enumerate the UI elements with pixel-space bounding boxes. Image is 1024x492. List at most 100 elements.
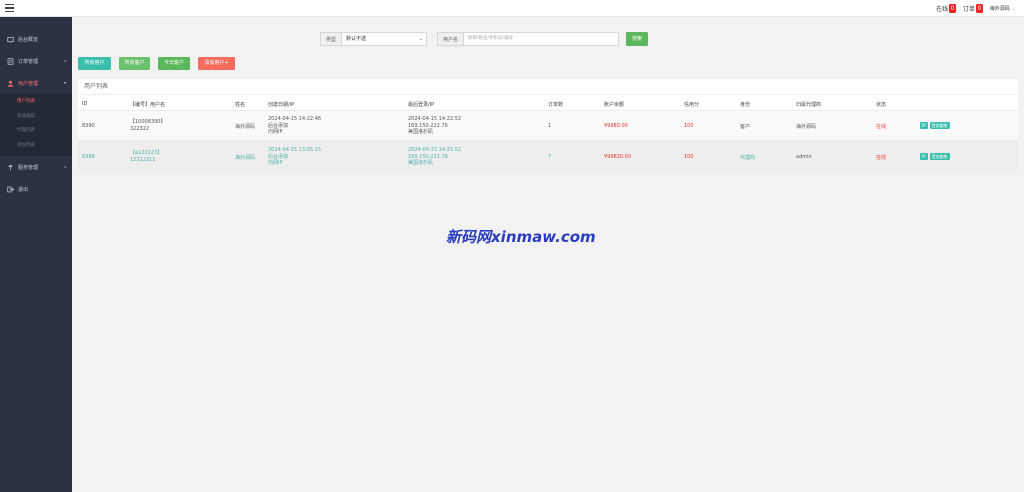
users-icon [7,80,14,87]
menu-icon[interactable] [5,4,14,12]
row-id: 8388 [82,154,95,160]
sidebar-item-exit[interactable]: 退出 [0,178,72,200]
row-username: 12312311 [130,156,156,163]
top-right-area: 在线 0 订单 0 海外源码 ⌄ [936,3,1016,14]
search-button[interactable]: 搜索 [626,32,648,46]
row-username: 322322 [130,125,150,132]
row-last-login: 2024-04-15 14:22:52 169.150.222.76 美国洛杉矶 [408,116,461,136]
row-name: 海外源码 [235,124,256,130]
submenu-item-agent-list[interactable]: 代理列表 [0,124,72,139]
type-select-value: 默认不选 [346,36,367,42]
sidebar: 后台概览 订单管理 ◂ 用户管理 ▾ 用户列表 商品跟踪 代理列表 添加列表 服… [0,17,72,492]
row-credit: 100 [684,154,694,160]
user-label: 用户名 [437,32,465,46]
chevron-down-icon: ⌄ [1011,5,1016,12]
row-created-date: 2024-04-15 13:05:15 [268,147,322,153]
sidebar-item-label: 订单管理 [18,58,39,65]
chevron-left-icon: ◂ [63,58,66,63]
row-agent: 海外源码 [796,124,817,130]
col-username: 【编号】用户名 [130,102,166,108]
online-label: 在线 [936,6,949,13]
row-code: 【10008390】 [130,119,166,125]
row-id: 8390 [82,123,95,129]
col-last-login: 最后登录/IP [408,102,435,108]
submenu-item-product-tracking[interactable]: 商品跟踪 [0,110,72,125]
orders-label: 订单 [962,6,975,13]
online-counter[interactable]: 在线 0 [936,4,956,13]
today-accounts-button[interactable]: 今日客户 [158,57,190,70]
col-role: 身份 [740,102,751,108]
all-users-button[interactable]: 所有用户 [78,57,111,70]
add-user-button[interactable]: 添加用户+ [198,57,235,70]
col-orders: 订单数 [548,102,564,108]
action-buttons: 所有用户 所有客户 今日客户 添加用户+ [78,57,235,70]
row-last-login: 2024-04-15 14:21:52 169.150.222.76 美国洛杉矶 [408,147,461,167]
user-menu[interactable]: 海外源码 ⌄ [989,5,1016,13]
row-balance: ¥99820.00 [604,154,632,160]
user-filter: 用户名 昵称/姓名/手机号/编号 [437,32,620,46]
row-last-date: 2024-04-15 14:21:52 [408,147,462,153]
row-orders: 7 [548,154,552,160]
chevron-down-icon: ⌄ [418,36,424,42]
row-created: 2024-04-15 14:22:46 后台添加 内网IP [268,116,321,136]
sidebar-item-users[interactable]: 用户管理 ▾ [0,72,72,94]
col-id: ID [82,101,88,107]
table-header: ID 【编号】用户名 姓名 创建日期/IP 最后登录/IP 订单数 账户余额 信… [78,96,1018,111]
chevron-left-icon: ◂ [63,164,66,169]
sidebar-item-label: 用户管理 [18,80,39,87]
row-role: 代理商 [740,155,756,161]
sidebar-item-service[interactable]: 服务管理 ◂ [0,156,72,178]
col-status: 状态 [876,102,887,108]
user-name: 海外源码 [989,6,1010,12]
row-created: 2024-04-15 13:05:15 后台添加 内网IP [268,147,321,167]
row-last-loc: 美国洛杉矶 [408,129,434,135]
user-list-panel: 用户列表 ID 【编号】用户名 姓名 创建日期/IP 最后登录/IP 订单数 账… [78,79,1018,173]
online-count-badge: 0 [949,4,956,13]
row-role: 客户 [740,124,751,130]
row-code[interactable]: 【a123123】 [130,150,162,157]
type-select[interactable]: 默认不选 ⌄ [342,32,428,46]
row-agent: admin [796,154,812,160]
chevron-down-icon: ▾ [63,80,66,85]
balance-button[interactable]: 登金额账 [929,122,950,129]
sidebar-item-label: 后台概览 [18,36,39,43]
row-operations: IP 登金额账 [920,122,950,129]
balance-button[interactable]: 登金额账 [929,153,950,160]
table-row: 8390 【10008390】 322322 海外源码 2024-04-15 1… [78,111,1018,141]
sidebar-item-label: 服务管理 [18,164,39,171]
orders-count-badge: 0 [975,4,983,13]
exit-icon [7,186,14,193]
col-balance: 账户余额 [604,102,625,108]
row-created-ip: 内网IP [268,129,283,135]
type-label: 类型 [320,32,343,46]
all-accounts-button[interactable]: 所有客户 [119,57,150,70]
row-user: 【a123123】 12312311 [130,150,162,163]
row-last-date: 2024-04-15 14:22:52 [408,116,462,122]
row-created-ip: 内网IP [268,160,283,166]
row-user: 【10008390】 322322 [130,119,165,132]
sidebar-item-dashboard[interactable]: 后台概览 [0,28,72,50]
col-agent: 归属代理商 [796,102,822,108]
col-credit: 信用分 [684,102,700,108]
row-created-date: 2024-04-15 14:22:46 [268,116,322,122]
status-badge: 在线 [876,155,887,161]
row-operations: IP 登金额账 [920,153,950,160]
ip-button[interactable]: IP [920,122,928,129]
orders-icon [7,57,14,65]
user-search-input[interactable]: 昵称/姓名/手机号/编号 [464,32,620,46]
users-submenu: 用户列表 商品跟踪 代理列表 添加列表 [0,94,72,156]
submenu-item-user-list[interactable]: 用户列表 [0,95,72,110]
status-badge: 在线 [876,124,887,130]
sidebar-item-label: 退出 [18,186,29,193]
top-bar: 在线 0 订单 0 海外源码 ⌄ [0,0,1024,17]
orders-counter[interactable]: 订单 0 [963,4,983,13]
submenu-item-add-list[interactable]: 添加列表 [0,139,72,154]
row-name: 海外源码 [235,155,256,161]
sidebar-item-orders[interactable]: 订单管理 ◂ [0,50,72,72]
col-name: 姓名 [235,102,246,108]
row-credit: 100 [684,123,694,129]
row-last-loc: 美国洛杉矶 [408,160,434,166]
row-orders: 1 [548,123,552,129]
row-balance: ¥9980.00 [604,123,628,129]
ip-button[interactable]: IP [920,153,928,160]
